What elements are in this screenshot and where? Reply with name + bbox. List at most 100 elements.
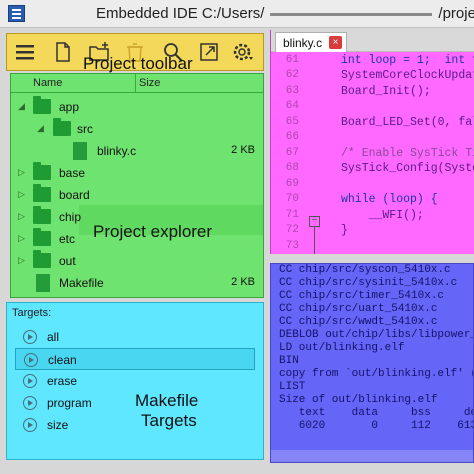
- code-line[interactable]: while (loop) {: [341, 193, 438, 206]
- console-line: CC chip/src/uart_5410x.c: [279, 303, 438, 315]
- expand-arrow-icon[interactable]: ◢: [37, 124, 45, 133]
- line-number: 65: [285, 116, 299, 128]
- tree-item-label: etc: [59, 232, 76, 246]
- close-icon[interactable]: ×: [329, 36, 342, 49]
- code-editor: blinky.c × 61 62 63 64 65 66 67 68 69 70…: [270, 30, 474, 254]
- tree-item-label: out: [59, 254, 76, 268]
- export-button[interactable]: [197, 40, 221, 64]
- tree-item-etc[interactable]: ▷ etc: [11, 228, 263, 250]
- tree-item-src[interactable]: ◢ src: [11, 118, 263, 140]
- settings-button[interactable]: [231, 40, 255, 64]
- tree-item-label: app: [59, 100, 80, 114]
- file-icon: [73, 142, 87, 160]
- target-item-program[interactable]: program: [15, 392, 255, 414]
- project-explorer: Name Size ◢ app ◢ src blinky.c 2 KB ▷ ba…: [10, 73, 264, 298]
- target-item-size[interactable]: size: [15, 414, 255, 436]
- trash-icon: [127, 43, 143, 62]
- fold-guide: [314, 225, 315, 254]
- console-line: Size of out/blinking.elf: [279, 394, 438, 406]
- folder-icon: [53, 118, 71, 136]
- code-line[interactable]: /* Enable SysTick Tim: [341, 147, 474, 160]
- tree-item-blinky-c[interactable]: blinky.c 2 KB: [11, 140, 263, 162]
- console-horizontal-scrollbar[interactable]: [271, 450, 473, 462]
- folder-icon: [33, 162, 51, 180]
- target-item-clean[interactable]: clean: [15, 348, 255, 370]
- new-folder-button[interactable]: [87, 40, 111, 64]
- tree-item-chip[interactable]: ▷ chip: [11, 206, 263, 228]
- target-label: size: [47, 418, 69, 432]
- line-number-gutter: 61 62 63 64 65 66 67 68 69 70 71 72 73: [271, 52, 313, 254]
- redacted-path: [270, 13, 432, 16]
- tree-item-size: 2 KB: [231, 144, 255, 156]
- title-bar: Embedded IDE C:/Users/ /project: [0, 0, 474, 28]
- folder-icon: [33, 184, 51, 202]
- menu-button[interactable]: [13, 40, 37, 64]
- collapse-arrow-icon[interactable]: ▷: [18, 256, 26, 265]
- line-number: 73: [285, 240, 299, 252]
- explorer-header: Name Size: [11, 74, 263, 93]
- targets-header: Targets:: [12, 307, 52, 319]
- target-label: all: [47, 330, 60, 344]
- tree-item-label: blinky.c: [97, 144, 137, 158]
- tree-item-makefile[interactable]: Makefile 2 KB: [11, 272, 263, 294]
- line-number: 69: [285, 178, 299, 190]
- console-line: copy from `out/blinking.elf' (e: [279, 368, 474, 380]
- console-line: text data bss dec: [279, 407, 474, 419]
- code-line[interactable]: Board_LED_Set(0, false: [341, 116, 474, 129]
- tree-item-board[interactable]: ▷ board: [11, 184, 263, 206]
- window-title-suffix: /project: [438, 5, 474, 22]
- target-label: clean: [48, 353, 77, 367]
- tab-label: blinky.c: [283, 36, 323, 50]
- build-console: CC chip/src/syscon_5410x.c CC chip/src/s…: [270, 263, 474, 463]
- code-line[interactable]: Board_Init();: [341, 85, 431, 98]
- tree-item-out[interactable]: ▷ out: [11, 250, 263, 272]
- column-header-size[interactable]: Size: [139, 77, 160, 89]
- line-number: 67: [285, 147, 299, 159]
- console-line: BIN: [279, 355, 299, 367]
- editor-tab-bar: blinky.c ×: [271, 30, 474, 52]
- tree-item-label: board: [59, 188, 90, 202]
- console-line: CC chip/src/timer_5410x.c: [279, 290, 445, 302]
- folder-icon: [33, 206, 51, 224]
- app-icon: [8, 5, 25, 22]
- column-separator[interactable]: [135, 74, 136, 93]
- target-item-all[interactable]: all: [15, 326, 255, 348]
- target-item-erase[interactable]: erase: [15, 370, 255, 392]
- code-line[interactable]: __WFI();: [341, 209, 424, 222]
- collapse-arrow-icon[interactable]: ▷: [18, 212, 26, 221]
- column-header-name[interactable]: Name: [33, 77, 62, 89]
- search-button[interactable]: [161, 40, 185, 64]
- folder-icon: [33, 96, 51, 114]
- collapse-arrow-icon[interactable]: ▷: [18, 234, 26, 243]
- tree-item-app[interactable]: ◢ app: [11, 96, 263, 118]
- fold-toggle-icon[interactable]: −: [309, 216, 320, 227]
- expand-arrow-icon[interactable]: ◢: [18, 102, 26, 111]
- line-number: 68: [285, 162, 299, 174]
- console-line: CC chip/src/wwdt_5410x.c: [279, 316, 438, 328]
- folder-icon: [33, 228, 51, 246]
- window-title-prefix: Embedded IDE C:/Users/: [96, 5, 265, 22]
- new-file-button[interactable]: [51, 40, 75, 64]
- play-icon: [23, 396, 37, 410]
- code-line[interactable]: }: [341, 224, 348, 237]
- line-number: 72: [285, 224, 299, 236]
- project-toolbar: Project toolbar: [6, 33, 264, 73]
- play-icon: [23, 374, 37, 388]
- collapse-arrow-icon[interactable]: ▷: [18, 168, 26, 177]
- new-folder-icon: [89, 42, 109, 61]
- folder-icon: [33, 250, 51, 268]
- code-line[interactable]: SystemCoreClockUpdate: [341, 69, 474, 82]
- play-icon: [24, 353, 38, 367]
- collapse-arrow-icon[interactable]: ▷: [18, 190, 26, 199]
- tree-item-base[interactable]: ▷ base: [11, 162, 263, 184]
- tab-blinky-c[interactable]: blinky.c ×: [275, 32, 347, 52]
- line-number: 70: [285, 193, 299, 205]
- code-line[interactable]: int loop = 1; int fla: [341, 54, 474, 67]
- tree-item-label: base: [59, 166, 86, 180]
- export-icon: [200, 43, 218, 61]
- target-label: erase: [47, 374, 78, 388]
- code-line[interactable]: SysTick_Config(System: [341, 162, 474, 175]
- delete-button[interactable]: [123, 40, 147, 64]
- console-line: 6020 0 112 6132: [279, 420, 474, 432]
- line-number: 61: [285, 54, 299, 66]
